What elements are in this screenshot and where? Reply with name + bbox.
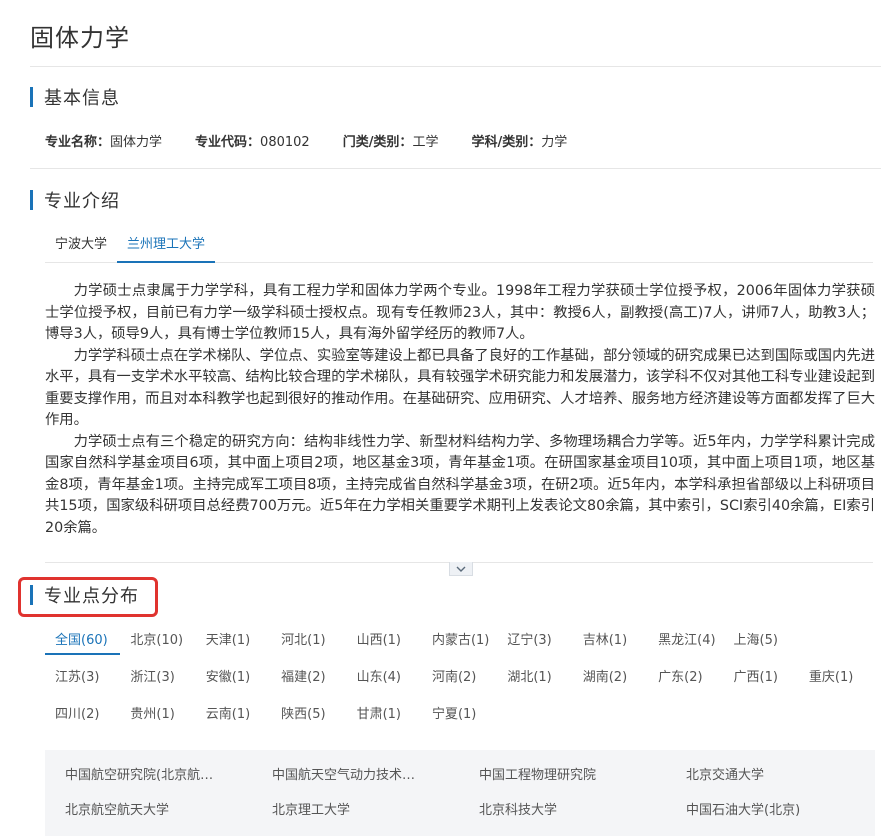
region-tab-national[interactable]: 全国(60): [45, 625, 121, 655]
school-link[interactable]: 北京理工大学: [272, 800, 432, 821]
tab-lanzhou-university-of-technology[interactable]: 兰州理工大学: [117, 228, 216, 263]
region-row: 四川(2) 贵州(1) 云南(1) 陕西(5) 甘肃(1) 宁夏(1): [45, 699, 875, 736]
region-tab[interactable]: 江苏(3): [45, 662, 120, 692]
region-tab[interactable]: 贵州(1): [120, 699, 195, 729]
school-link[interactable]: 中国航天空气动力技术…: [272, 765, 432, 786]
page-title: 固体力学: [30, 24, 130, 52]
region-tab[interactable]: 安徽(1): [196, 662, 271, 692]
region-tab[interactable]: 天津(1): [196, 625, 271, 655]
section-accent-bar: [30, 190, 33, 210]
divider: [30, 66, 881, 67]
intro-paragraph: 力学硕士点隶属于力学学科，具有工程力学和固体力学两个专业。1998年工程力学获硕…: [45, 283, 875, 342]
intro-paragraph: 力学硕士点有三个稳定的研究方向：结构非线性力学、新型材料结构力学、多物理场耦合力…: [45, 433, 875, 536]
intro-text: 力学硕士点隶属于力学学科，具有工程力学和固体力学两个专业。1998年工程力学获硕…: [45, 281, 875, 539]
region-tab[interactable]: 黑龙江(4): [648, 625, 723, 655]
region-tab[interactable]: 重庆(1): [799, 662, 874, 692]
section-title: 基本信息: [44, 88, 120, 109]
region-tab[interactable]: 湖南(2): [573, 662, 648, 692]
info-category: 门类/类别：工学: [342, 135, 439, 150]
info-major-code: 专业代码：080102: [195, 135, 310, 150]
info-major-name: 专业名称：固体力学: [45, 135, 163, 150]
region-tab[interactable]: 福建(2): [271, 662, 346, 692]
region-tab[interactable]: 河北(1): [271, 625, 346, 655]
region-tab[interactable]: 广西(1): [724, 662, 799, 692]
region-row: 全国(60) 北京(10) 天津(1) 河北(1) 山西(1) 内蒙古(1) 辽…: [45, 625, 875, 662]
region-tab[interactable]: 河南(2): [422, 662, 497, 692]
section-intro-header: 专业介绍: [30, 189, 120, 212]
region-tab[interactable]: 浙江(3): [120, 662, 195, 692]
section-accent-bar: [30, 87, 33, 107]
school-link[interactable]: 中国工程物理研究院: [479, 765, 639, 786]
school-link[interactable]: 北京科技大学: [479, 800, 639, 821]
region-tab[interactable]: 吉林(1): [573, 625, 648, 655]
region-tab[interactable]: 北京(10): [120, 625, 195, 655]
school-tabs: 宁波大学 兰州理工大学: [45, 228, 873, 263]
highlight-annotation-box: [18, 577, 158, 617]
region-tab[interactable]: 山西(1): [347, 625, 422, 655]
region-tab[interactable]: 四川(2): [45, 699, 120, 729]
school-link[interactable]: 中国航空研究院(北京航…: [65, 765, 225, 786]
school-list: 中国航空研究院(北京航… 中国航天空气动力技术… 中国工程物理研究院 北京交通大…: [45, 750, 875, 836]
region-tab[interactable]: 辽宁(3): [497, 625, 572, 655]
region-tab[interactable]: 宁夏(1): [422, 699, 497, 729]
divider: [30, 168, 881, 169]
region-tab[interactable]: 上海(5): [724, 625, 799, 655]
region-tab[interactable]: 山东(4): [347, 662, 422, 692]
info-discipline: 学科/类别：力学: [471, 135, 568, 150]
school-link[interactable]: 中国石油大学(北京): [686, 800, 846, 821]
region-tab[interactable]: 广东(2): [648, 662, 723, 692]
region-filter: 全国(60) 北京(10) 天津(1) 河北(1) 山西(1) 内蒙古(1) 辽…: [45, 625, 875, 736]
region-tab[interactable]: 湖北(1): [497, 662, 572, 692]
school-link[interactable]: 北京交通大学: [686, 765, 846, 786]
chevron-down-icon: [456, 566, 466, 572]
section-title: 专业介绍: [44, 191, 120, 212]
expand-button[interactable]: [449, 562, 473, 576]
region-row: 江苏(3) 浙江(3) 安徽(1) 福建(2) 山东(4) 河南(2) 湖北(1…: [45, 662, 875, 699]
intro-paragraph: 力学学科硕士点在学术梯队、学位点、实验室等建设上都已具备了良好的工作基础，部分领…: [45, 347, 875, 429]
region-tab[interactable]: 内蒙古(1): [422, 625, 497, 655]
school-link[interactable]: 北京航空航天大学: [65, 800, 225, 821]
tab-ningbo-university[interactable]: 宁波大学: [45, 228, 117, 263]
region-tab[interactable]: 甘肃(1): [347, 699, 422, 729]
region-tab[interactable]: 陕西(5): [271, 699, 346, 729]
region-tab[interactable]: 云南(1): [196, 699, 271, 729]
section-basic-info-header: 基本信息: [30, 86, 120, 109]
basic-info-row: 专业名称：固体力学 专业代码：080102 门类/类别：工学 学科/类别：力学: [45, 131, 600, 150]
